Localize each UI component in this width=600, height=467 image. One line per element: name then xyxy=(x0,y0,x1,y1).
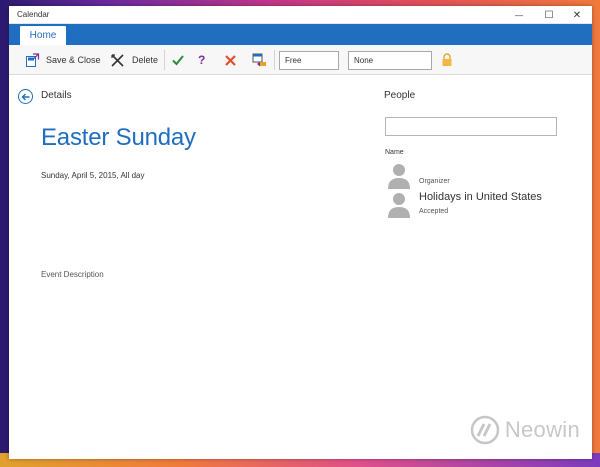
delete-icon xyxy=(111,53,124,67)
maximize-button[interactable]: ☐ xyxy=(536,6,562,24)
window-title: Calendar xyxy=(17,10,50,19)
tentative-button[interactable]: ? xyxy=(198,45,205,75)
minimize-button[interactable]: — xyxy=(506,6,532,24)
propose-time-button[interactable] xyxy=(251,45,268,75)
accept-button[interactable] xyxy=(171,45,185,75)
attendee-row[interactable]: Organizer xyxy=(387,162,567,190)
tab-home[interactable]: Home xyxy=(20,26,66,45)
name-column-header: Name xyxy=(385,149,404,156)
decline-x-icon xyxy=(225,54,236,66)
ribbon-tab-bar: Home xyxy=(9,24,592,45)
neowin-watermark: Neowin xyxy=(470,415,580,445)
event-detail-pane: Details Easter Sunday Sunday, April 5, 2… xyxy=(9,75,592,459)
neowin-logo-icon xyxy=(470,415,500,445)
maximize-icon: ☐ xyxy=(544,9,554,21)
toolbar: Save & Close Delete ? Free None xyxy=(9,45,592,75)
people-search-input[interactable] xyxy=(385,117,557,136)
checkmark-icon xyxy=(172,55,184,66)
people-heading: People xyxy=(384,90,416,101)
decline-button[interactable] xyxy=(224,45,237,75)
attendee-role: Organizer xyxy=(419,178,450,185)
save-close-button[interactable]: Save & Close xyxy=(25,45,101,75)
event-date[interactable]: Sunday, April 5, 2015, All day xyxy=(41,171,144,180)
delete-button[interactable]: Delete xyxy=(110,45,158,75)
event-title[interactable]: Easter Sunday xyxy=(41,124,196,152)
minimize-icon: — xyxy=(515,10,523,20)
attendee-row[interactable]: Holidays in United States Accepted xyxy=(387,191,567,219)
calendar-window: Calendar — ☐ ✕ Home Save & Close Delete xyxy=(9,6,592,459)
back-arrow-icon xyxy=(21,93,29,100)
details-heading: Details xyxy=(41,90,72,101)
toolbar-separator xyxy=(164,50,165,70)
delete-label: Delete xyxy=(132,55,159,65)
close-button[interactable]: ✕ xyxy=(564,6,590,24)
event-description-field[interactable]: Event Description xyxy=(41,270,104,279)
title-bar: Calendar — ☐ ✕ xyxy=(9,6,592,24)
save-close-label: Save & Close xyxy=(46,55,101,65)
lock-icon xyxy=(442,53,452,66)
watermark-text: Neowin xyxy=(504,417,580,442)
private-button[interactable] xyxy=(441,45,453,75)
show-as-dropdown[interactable]: Free xyxy=(279,51,339,70)
toolbar-separator xyxy=(274,50,275,70)
reminder-dropdown[interactable]: None xyxy=(348,51,432,70)
attendee-role: Accepted xyxy=(419,208,449,215)
question-mark-icon: ? xyxy=(198,53,206,67)
calendar-reply-icon xyxy=(252,53,266,66)
person-avatar-icon xyxy=(388,164,410,189)
save-close-icon xyxy=(26,52,40,67)
back-button[interactable] xyxy=(18,89,33,104)
close-icon: ✕ xyxy=(572,9,582,21)
attendee-name: Holidays in United States xyxy=(419,191,542,203)
person-avatar-icon xyxy=(388,193,410,218)
